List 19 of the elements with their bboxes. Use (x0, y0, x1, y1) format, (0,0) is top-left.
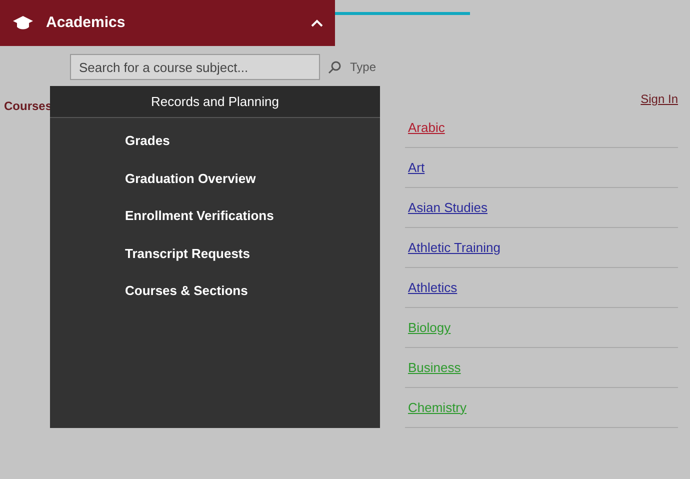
type-label: Type (350, 59, 376, 76)
subject-link[interactable]: Arabic (408, 118, 445, 138)
menu-item[interactable]: Graduation Overview (50, 160, 380, 197)
search-field[interactable]: Search for a course subject... (70, 54, 320, 80)
subject-link[interactable]: Athletic Training (408, 238, 500, 258)
header-title: Academics (46, 12, 126, 33)
menu-item[interactable]: Courses & Sections (50, 272, 380, 310)
subject-link[interactable]: Art (408, 158, 425, 178)
search-icon[interactable] (328, 60, 342, 74)
subject-link[interactable]: Athletics (408, 278, 458, 298)
menu-item[interactable]: Transcript Requests (50, 234, 380, 272)
graduation-cap-icon (12, 15, 34, 31)
menu-item[interactable]: Grades (50, 122, 380, 160)
sidebar-label: Courses (4, 99, 52, 113)
section-title: Records and Planning (151, 92, 279, 111)
menu-item[interactable]: Enrollment Verifications (50, 197, 380, 234)
sign-in-link[interactable]: Sign In (640, 90, 678, 108)
subject-link[interactable]: Asian Studies (408, 198, 488, 218)
header-bar[interactable]: Academics (0, 0, 335, 46)
